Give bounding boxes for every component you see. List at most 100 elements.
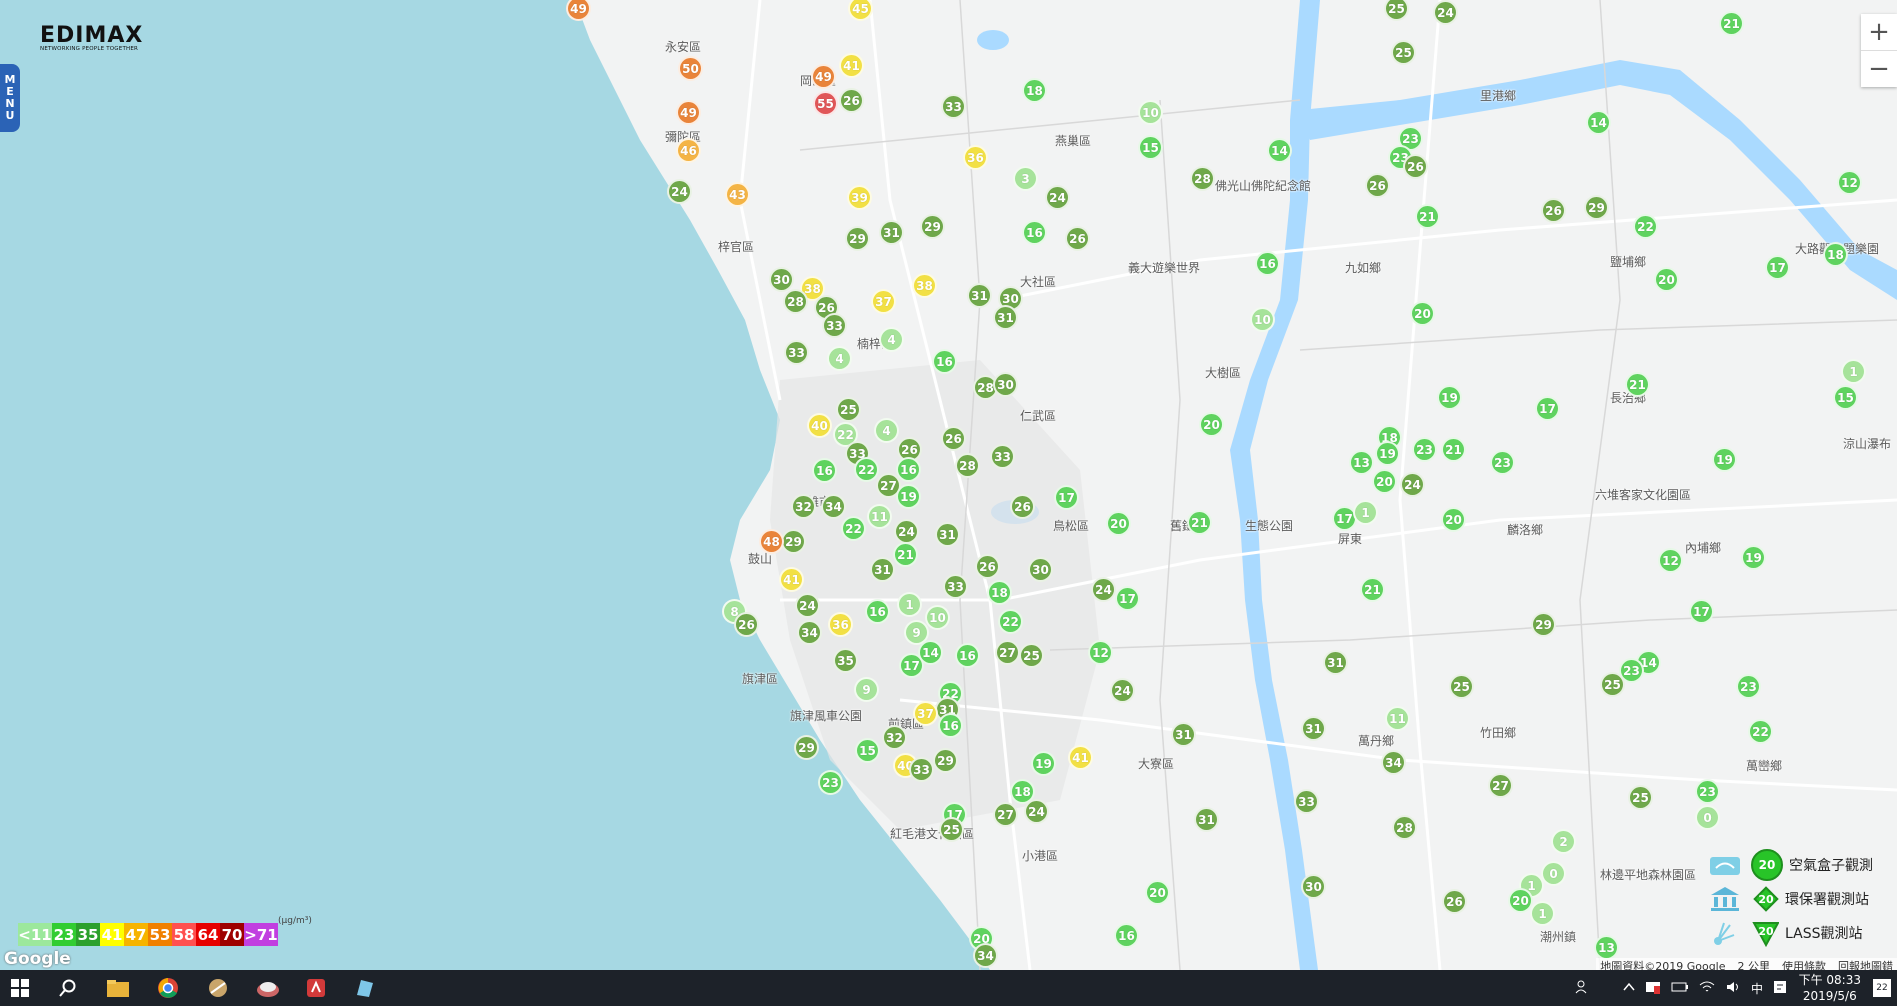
sensor-marker[interactable]: 41 [1068,745,1093,770]
sensor-marker[interactable]: 16 [932,349,957,374]
sensor-marker[interactable]: 31 [993,305,1018,330]
sensor-marker[interactable]: 34 [821,494,846,519]
sensor-marker[interactable]: 26 [1403,154,1428,179]
sensor-marker[interactable]: 17 [1535,396,1560,421]
sensor-marker[interactable]: 24 [1045,185,1070,210]
edimax-logo[interactable]: EDIMAX NETWORKING PEOPLE TOGETHER [40,25,143,53]
sensor-marker[interactable]: 26 [1541,198,1566,223]
sensor-marker[interactable]: 30 [1301,874,1326,899]
sensor-marker[interactable]: 16 [1114,923,1139,948]
sensor-marker[interactable]: 4 [879,327,904,352]
sensor-marker[interactable]: 29 [920,214,945,239]
sensor-marker[interactable]: 11 [1385,706,1410,731]
sensor-marker[interactable]: 1 [897,592,922,617]
sensor-marker[interactable]: 17 [1765,255,1790,280]
sensor-marker[interactable]: 18 [1022,78,1047,103]
sensor-marker[interactable]: 19 [1712,447,1737,472]
sensor-marker[interactable]: 24 [1110,678,1135,703]
sensor-marker[interactable]: 21 [1625,372,1650,397]
sensor-marker[interactable]: 0 [1695,805,1720,830]
sensor-marker[interactable]: 33 [909,757,934,782]
sensor-marker[interactable]: 27 [1488,773,1513,798]
sensor-marker[interactable]: 1 [1353,500,1378,525]
sensor-marker[interactable]: 22 [1748,719,1773,744]
sensor-marker[interactable]: 25 [1391,40,1416,65]
sensor-marker[interactable]: 30 [1028,557,1053,582]
sensor-marker[interactable]: 25 [836,397,861,422]
sensor-marker[interactable]: 19 [896,484,921,509]
sensor-marker[interactable]: 21 [893,542,918,567]
sensor-marker[interactable]: 24 [894,519,919,544]
sensor-marker[interactable]: 22 [998,609,1023,634]
sensor-marker[interactable]: 10 [1250,307,1275,332]
sensor-marker[interactable]: 16 [1022,220,1047,245]
sensor-marker[interactable]: 33 [943,574,968,599]
chrome-icon[interactable] [156,976,180,1000]
app-icon[interactable] [352,976,376,1000]
people-icon[interactable] [1575,979,1591,998]
sensor-marker[interactable]: 16 [955,643,980,668]
sensor-marker[interactable]: 17 [899,653,924,678]
sensor-marker[interactable]: 22 [1633,214,1658,239]
sensor-marker[interactable]: 16 [896,457,921,482]
sensor-marker[interactable]: 24 [1433,0,1458,25]
file-explorer-icon[interactable] [106,976,130,1000]
sensor-marker[interactable]: 31 [1171,722,1196,747]
sensor-marker[interactable]: 35 [833,648,858,673]
sensor-marker[interactable]: 25 [1019,643,1044,668]
google-logo[interactable]: Google [4,949,71,969]
sensor-marker[interactable]: 26 [1065,226,1090,251]
sensor-marker[interactable]: 20 [1654,267,1679,292]
sensor-marker[interactable]: 1 [1530,901,1555,926]
sensor-marker[interactable]: 33 [822,313,847,338]
sensor-marker[interactable]: 25 [1600,672,1625,697]
sensor-marker[interactable]: 24 [1024,799,1049,824]
sensor-marker[interactable]: 38 [912,273,937,298]
sensor-marker[interactable]: 31 [935,522,960,547]
menu-tab[interactable]: M E N U [0,64,20,132]
sensor-marker[interactable]: 15 [1138,135,1163,160]
sensor-marker[interactable]: 21 [1719,11,1744,36]
sensor-marker[interactable]: 31 [1194,807,1219,832]
sensor-marker[interactable]: 50 [678,56,703,81]
sensor-marker[interactable]: 17 [1115,586,1140,611]
sensor-marker[interactable]: 20 [1441,507,1466,532]
sensor-marker[interactable]: 33 [990,444,1015,469]
sensor-marker[interactable]: 21 [1187,510,1212,535]
sensor-marker[interactable]: 19 [1031,751,1056,776]
sensor-marker[interactable]: 12 [1837,170,1862,195]
sensor-marker[interactable]: 37 [871,289,896,314]
taskbar-clock[interactable]: 下午 08:33 2019/5/6 [1799,972,1861,1004]
sensor-marker[interactable]: 19 [1741,545,1766,570]
sensor-marker[interactable]: 17 [1054,485,1079,510]
sensor-marker[interactable]: 12 [1088,640,1113,665]
security-icon[interactable] [1645,980,1661,997]
sensor-marker[interactable]: 15 [1833,385,1858,410]
wifi-icon[interactable] [1699,980,1715,997]
sensor-marker[interactable]: 29 [1584,195,1609,220]
sensor-marker[interactable]: 28 [955,453,980,478]
battery-icon[interactable] [1671,981,1689,996]
sensor-marker[interactable]: 21 [1441,437,1466,462]
sensor-marker[interactable]: 27 [993,802,1018,827]
sensor-marker[interactable]: 20 [1145,880,1170,905]
sensor-marker[interactable]: 29 [781,529,806,554]
sensor-marker[interactable]: 23 [1695,779,1720,804]
app-icon[interactable] [304,976,328,1000]
sensor-marker[interactable]: 24 [1091,577,1116,602]
sensor-marker[interactable]: 19 [1437,385,1462,410]
sensor-marker[interactable]: 26 [941,426,966,451]
sensor-marker[interactable]: 23 [1412,437,1437,462]
sensor-marker[interactable]: 36 [828,612,853,637]
sensor-marker[interactable]: 16 [1255,251,1280,276]
sensor-marker[interactable]: 28 [783,289,808,314]
sensor-marker[interactable]: 21 [1415,204,1440,229]
sensor-marker[interactable]: 43 [725,182,750,207]
sensor-marker[interactable]: 9 [854,677,879,702]
sensor-marker[interactable]: 12 [1658,548,1683,573]
sensor-marker[interactable]: 26 [975,554,1000,579]
sensor-marker[interactable]: 34 [1381,750,1406,775]
terms-link[interactable]: 使用條款 [1782,958,1826,970]
sensor-marker[interactable]: 39 [847,185,872,210]
sensor-marker[interactable]: 23 [1736,674,1761,699]
